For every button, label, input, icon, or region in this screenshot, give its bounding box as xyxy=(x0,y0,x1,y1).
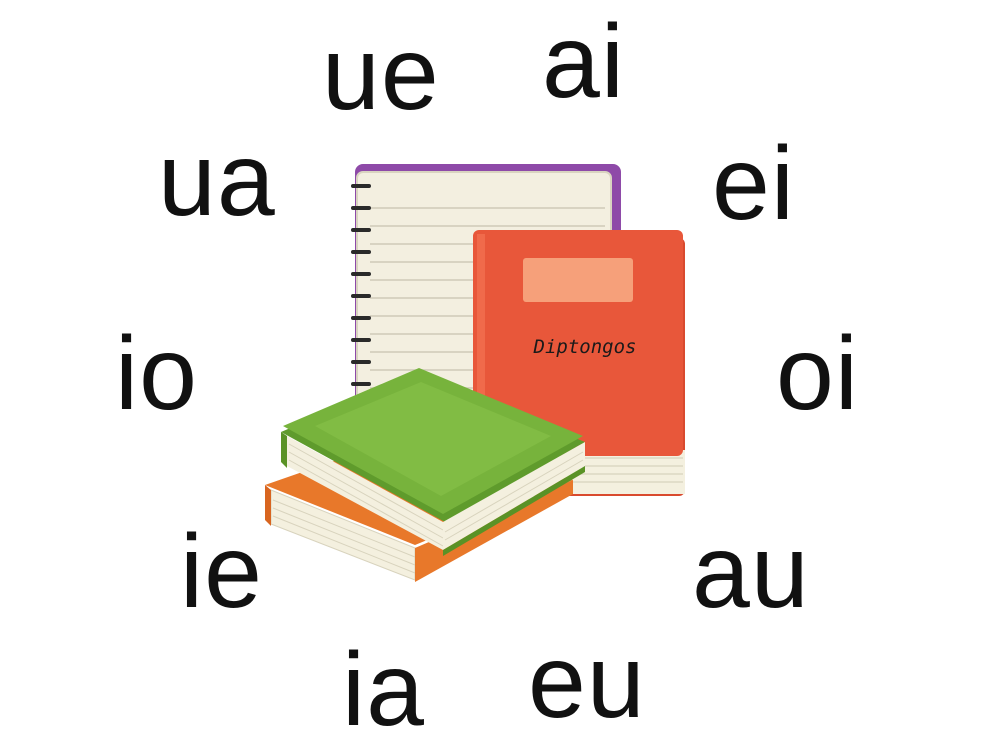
books-illustration: Diptongos xyxy=(265,164,685,582)
diphthong-ei: ei xyxy=(712,126,795,242)
diphthong-ue: ue xyxy=(322,16,440,132)
book-title: Diptongos xyxy=(533,336,637,358)
diphthong-io: io xyxy=(115,316,198,432)
diphthong-oi: oi xyxy=(776,316,859,432)
diphthongs-poster: ue ai ua ei io oi ie au ia eu Diptongos xyxy=(0,0,1000,750)
diphthong-ia: ia xyxy=(342,632,425,748)
diphthong-ai: ai xyxy=(542,4,625,120)
diphthong-eu: eu xyxy=(528,624,646,740)
cover-label xyxy=(523,258,633,302)
diphthong-ie: ie xyxy=(180,514,263,630)
